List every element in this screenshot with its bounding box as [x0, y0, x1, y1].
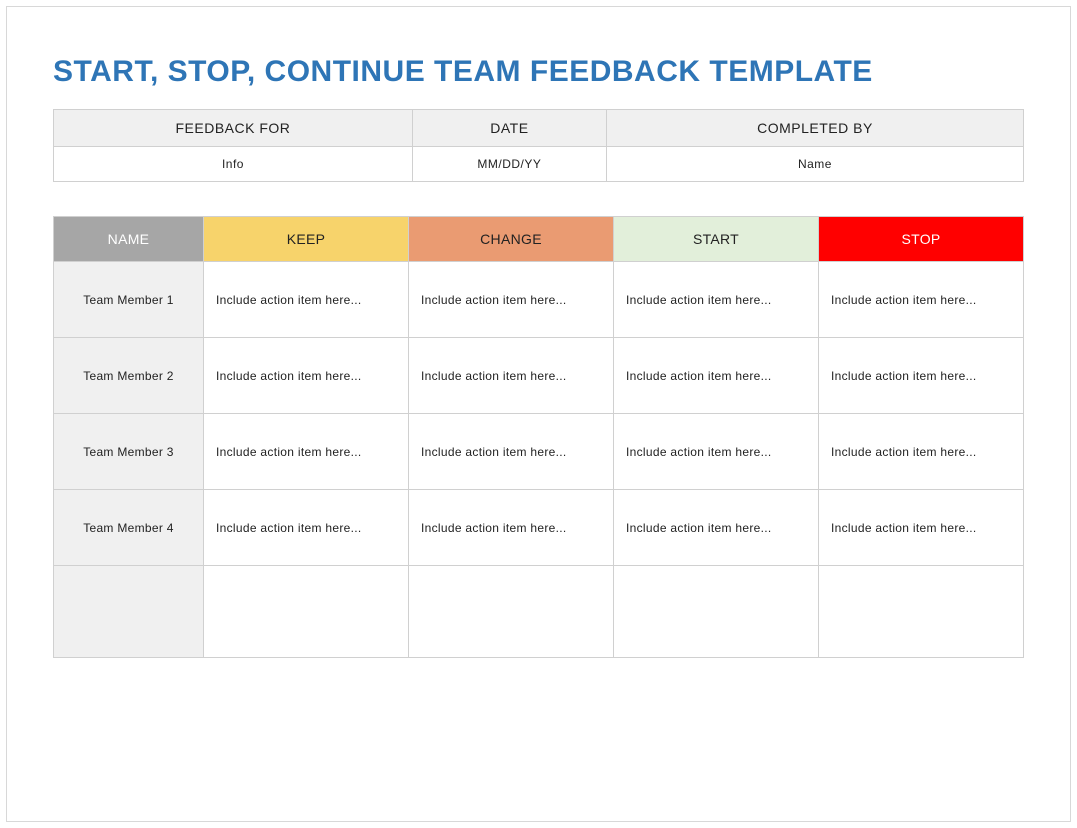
cell-start[interactable]: Include action item here... [614, 338, 819, 414]
cell-change[interactable]: Include action item here... [409, 338, 614, 414]
table-row [54, 566, 1024, 658]
page-container: START, STOP, CONTINUE TEAM FEEDBACK TEMP… [6, 6, 1071, 822]
cell-start[interactable]: Include action item here... [614, 262, 819, 338]
cell-change[interactable]: Include action item here... [409, 414, 614, 490]
meta-value-date[interactable]: MM/DD/YY [412, 147, 606, 182]
cell-start[interactable]: Include action item here... [614, 414, 819, 490]
cell-name[interactable]: Team Member 2 [54, 338, 204, 414]
meta-value-row: Info MM/DD/YY Name [54, 147, 1024, 182]
cell-change[interactable]: Include action item here... [409, 490, 614, 566]
cell-stop[interactable]: Include action item here... [819, 262, 1024, 338]
cell-name[interactable]: Team Member 1 [54, 262, 204, 338]
meta-header-row: FEEDBACK FOR DATE COMPLETED BY [54, 110, 1024, 147]
meta-header-completed-by: COMPLETED BY [606, 110, 1023, 147]
cell-stop[interactable] [819, 566, 1024, 658]
cell-change[interactable] [409, 566, 614, 658]
meta-value-feedback-for[interactable]: Info [54, 147, 413, 182]
meta-header-date: DATE [412, 110, 606, 147]
cell-keep[interactable] [204, 566, 409, 658]
page-title: START, STOP, CONTINUE TEAM FEEDBACK TEMP… [53, 55, 1024, 89]
grid-header-change: CHANGE [409, 217, 614, 262]
cell-name[interactable]: Team Member 3 [54, 414, 204, 490]
table-row: Team Member 4 Include action item here..… [54, 490, 1024, 566]
grid-header-stop: STOP [819, 217, 1024, 262]
cell-keep[interactable]: Include action item here... [204, 338, 409, 414]
meta-table: FEEDBACK FOR DATE COMPLETED BY Info MM/D… [53, 109, 1024, 182]
grid-header-row: NAME KEEP CHANGE START STOP [54, 217, 1024, 262]
cell-keep[interactable]: Include action item here... [204, 262, 409, 338]
cell-stop[interactable]: Include action item here... [819, 490, 1024, 566]
grid-header-start: START [614, 217, 819, 262]
cell-stop[interactable]: Include action item here... [819, 338, 1024, 414]
cell-stop[interactable]: Include action item here... [819, 414, 1024, 490]
meta-header-feedback-for: FEEDBACK FOR [54, 110, 413, 147]
cell-name[interactable] [54, 566, 204, 658]
table-row: Team Member 1 Include action item here..… [54, 262, 1024, 338]
spacer [53, 182, 1024, 216]
cell-name[interactable]: Team Member 4 [54, 490, 204, 566]
grid-header-name: NAME [54, 217, 204, 262]
cell-start[interactable] [614, 566, 819, 658]
table-row: Team Member 2 Include action item here..… [54, 338, 1024, 414]
feedback-grid: NAME KEEP CHANGE START STOP Team Member … [53, 216, 1024, 658]
grid-body: Team Member 1 Include action item here..… [54, 262, 1024, 658]
cell-keep[interactable]: Include action item here... [204, 414, 409, 490]
grid-header-keep: KEEP [204, 217, 409, 262]
cell-change[interactable]: Include action item here... [409, 262, 614, 338]
table-row: Team Member 3 Include action item here..… [54, 414, 1024, 490]
cell-keep[interactable]: Include action item here... [204, 490, 409, 566]
meta-value-completed-by[interactable]: Name [606, 147, 1023, 182]
cell-start[interactable]: Include action item here... [614, 490, 819, 566]
